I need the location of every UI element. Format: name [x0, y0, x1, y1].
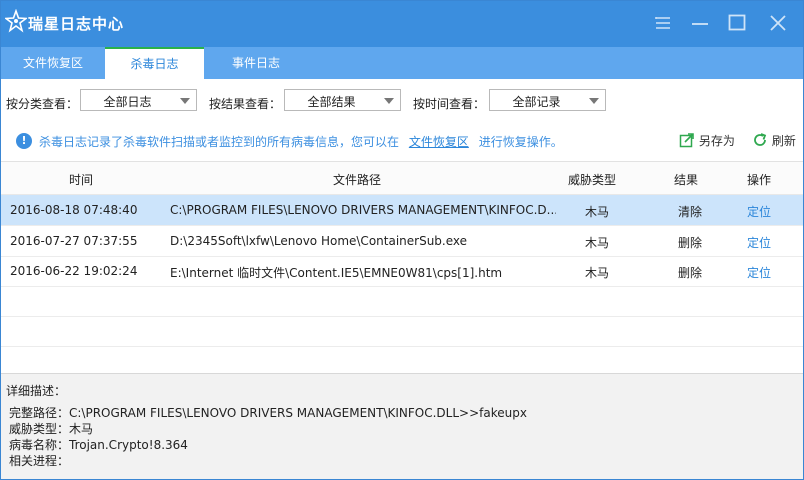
empty-row	[1, 316, 803, 347]
row-path: D:\2345Soft\lxfw\Lenovo Home\ContainerSu…	[170, 234, 468, 248]
locate-link[interactable]: 定位	[747, 203, 771, 220]
maximize-icon[interactable]	[727, 13, 747, 33]
chevron-down-icon	[384, 98, 394, 104]
empty-row	[1, 286, 803, 317]
column-header-path[interactable]: 文件路径	[301, 171, 413, 188]
category-filter-select[interactable]: 全部日志	[80, 89, 197, 111]
info-bar: ! 杀毒日志记录了杀毒软件扫描或者监控到的所有病毒信息，您可以在 文件恢复区 进…	[1, 125, 803, 155]
title-bar[interactable]: 瑞星日志中心	[1, 1, 803, 47]
locate-link[interactable]: 定位	[747, 234, 771, 251]
close-icon[interactable]	[768, 13, 788, 33]
time-filter-label: 按时间查看：	[413, 97, 486, 111]
row-time: 2016-06-22 19:02:24	[10, 264, 138, 278]
column-header-result[interactable]: 结果	[661, 171, 711, 188]
list-icon[interactable]	[653, 13, 673, 33]
chevron-down-icon	[180, 98, 190, 104]
refresh-button[interactable]: 刷新	[752, 132, 796, 149]
file-recovery-link[interactable]: 文件恢复区	[409, 135, 469, 149]
row-path: C:\PROGRAM FILES\LENOVO DRIVERS MANAGEME…	[170, 203, 556, 217]
refresh-label: 刷新	[771, 134, 796, 148]
info-text-before: 杀毒日志记录了杀毒软件扫描或者监控到的所有病毒信息，您可以在	[39, 135, 400, 149]
row-threat-type: 木马	[584, 205, 609, 219]
row-time: 2016-08-18 07:48:40	[10, 203, 138, 217]
table-row[interactable]: 2016-07-27 07:37:55 D:\2345Soft\lxfw\Len…	[1, 226, 803, 257]
tab-antivirus-log[interactable]: 杀毒日志	[105, 47, 204, 79]
row-result: 清除	[677, 205, 702, 219]
info-icon: !	[16, 133, 32, 149]
save-as-button[interactable]: 另存为	[679, 132, 735, 149]
log-table: 时间 文件路径 威胁类型 结果 操作 2016-08-18 07:48:40 C…	[1, 161, 803, 374]
detail-heading: 详细描述：	[6, 384, 67, 398]
detail-process: 相关进程：	[9, 454, 70, 468]
table-row[interactable]: 2016-06-22 19:02:24 E:\Internet 临时文件\Con…	[1, 256, 803, 287]
result-filter-label: 按结果查看：	[209, 97, 282, 111]
tab-file-recovery[interactable]: 文件恢复区	[1, 47, 105, 79]
refresh-icon	[754, 133, 767, 146]
info-text-after: 进行恢复操作。	[478, 135, 563, 149]
log-center-window: 瑞星日志中心 文件恢复区 杀毒日志 事件日志 按分类查看： 全部日志 按结果查看…	[0, 0, 804, 480]
column-header-threat-type[interactable]: 威胁类型	[557, 171, 627, 188]
info-message: 杀毒日志记录了杀毒软件扫描或者监控到的所有病毒信息，您可以在 文件恢复区 进行恢…	[39, 133, 563, 150]
category-filter-value: 全部日志	[103, 95, 152, 109]
category-filter-label: 按分类查看：	[6, 97, 79, 111]
row-result: 删除	[677, 236, 702, 250]
row-threat-type: 木马	[584, 236, 609, 250]
row-time: 2016-07-27 07:37:55	[10, 234, 138, 248]
minimize-icon[interactable]	[690, 13, 710, 33]
time-filter-select[interactable]: 全部记录	[489, 89, 606, 111]
row-threat-type: 木马	[584, 266, 609, 280]
rising-logo-icon	[5, 9, 27, 33]
table-row[interactable]: 2016-08-18 07:48:40 C:\PROGRAM FILES\LEN…	[1, 195, 803, 226]
detail-threat-type: 威胁类型：木马	[9, 422, 94, 436]
column-header-operation[interactable]: 操作	[734, 171, 784, 188]
detail-panel: 详细描述： 完整路径：C:\PROGRAM FILES\LENOVO DRIVE…	[1, 373, 803, 479]
result-filter-value: 全部结果	[307, 95, 356, 109]
result-filter-select[interactable]: 全部结果	[284, 89, 401, 111]
save-as-label: 另存为	[698, 134, 735, 148]
tab-event-log[interactable]: 事件日志	[204, 47, 308, 79]
column-header-time[interactable]: 时间	[21, 171, 141, 188]
export-icon	[679, 133, 694, 148]
app-title: 瑞星日志中心	[28, 15, 125, 33]
row-result: 删除	[677, 266, 702, 280]
filter-bar: 按分类查看： 全部日志 按结果查看： 全部结果 按时间查看： 全部记录	[1, 85, 803, 115]
locate-link[interactable]: 定位	[747, 264, 771, 281]
detail-virus-name: 病毒名称：Trojan.Crypto!8.364	[9, 438, 188, 452]
time-filter-value: 全部记录	[512, 95, 561, 109]
tab-bar: 文件恢复区 杀毒日志 事件日志	[1, 47, 803, 79]
detail-full-path: 完整路径：C:\PROGRAM FILES\LENOVO DRIVERS MAN…	[9, 406, 527, 420]
table-header: 时间 文件路径 威胁类型 结果 操作	[1, 162, 803, 195]
row-path: E:\Internet 临时文件\Content.IE5\EMNE0W81\cp…	[170, 266, 503, 280]
chevron-down-icon	[589, 98, 599, 104]
